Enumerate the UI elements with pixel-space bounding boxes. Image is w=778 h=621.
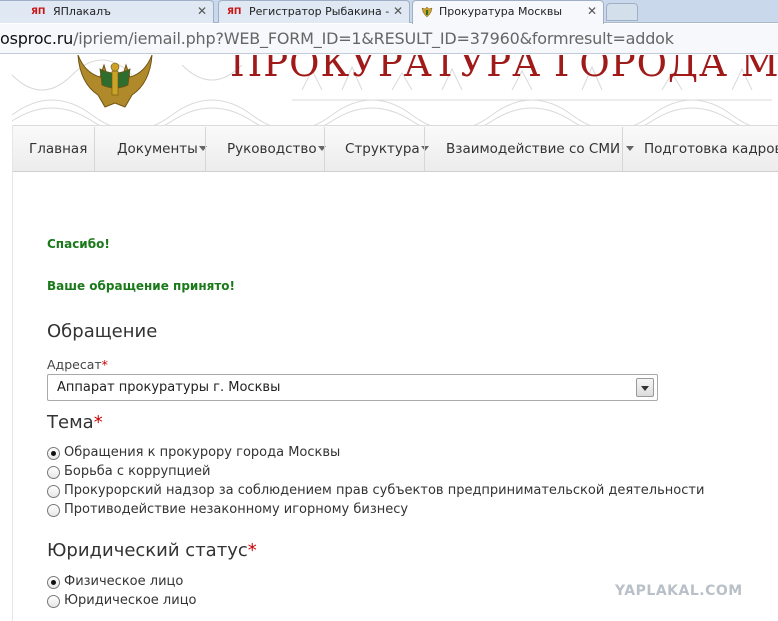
topic-label: Тема <box>47 412 94 433</box>
accepted-message: Ваше обращение принято! <box>47 279 235 293</box>
content-border <box>12 125 13 621</box>
form-heading: Обращение <box>47 321 158 342</box>
legal-status-label: Юридический статус <box>47 540 248 561</box>
legal-status-heading: Юридический статус* <box>47 540 257 561</box>
site-header: ПРОКУРАТУРА ГОРОДА МОСКВЫ <box>0 55 778 125</box>
nav-item-leadership[interactable]: Руководство <box>227 126 326 172</box>
yaplakal-favicon-icon: ЯП <box>31 7 46 17</box>
nav-item-media[interactable]: Взаимодействие со СМИ <box>446 126 635 172</box>
nav-item-label: Документы <box>117 141 198 157</box>
nav-item-documents[interactable]: Документы <box>117 126 207 172</box>
radio-button[interactable] <box>47 504 60 517</box>
radio-label[interactable]: Борьба с коррупцией <box>64 464 210 479</box>
tab-label: ЯПлакалъ <box>53 5 111 18</box>
nav-item-home[interactable]: Главная <box>29 126 87 172</box>
nav-item-label: Взаимодействие со СМИ <box>446 141 621 157</box>
url-host: osproc.ru <box>0 29 74 48</box>
prokuratura-emblem-icon <box>77 55 153 108</box>
nav-item-structure[interactable]: Структура <box>345 126 429 172</box>
emblem-icon <box>421 6 433 18</box>
browser-tab-registrator[interactable]: ЯП Регистратор Рыбакина - ✕ <box>218 0 410 23</box>
radio-label[interactable]: Обращения к прокурору города Москвы <box>64 445 340 460</box>
yaplakal-favicon-icon: ЯП <box>227 7 242 17</box>
chevron-down-icon <box>626 145 635 151</box>
addressee-select[interactable]: Аппарат прокуратуры г. Москвы <box>47 374 658 401</box>
radio-button[interactable] <box>47 485 60 498</box>
nav-item-training[interactable]: Подготовка кадров <box>644 126 778 172</box>
nav-item-label: Руководство <box>227 141 317 157</box>
close-icon[interactable]: ✕ <box>587 1 597 22</box>
tab-label: Прокуратура Москвы <box>439 5 563 18</box>
yaplakal-watermark: YAPLAKAL.COM <box>615 583 743 599</box>
address-bar[interactable]: osproc.ru/ipriem/iemail.php?WEB_FORM_ID=… <box>0 24 778 54</box>
close-icon[interactable]: ✕ <box>197 1 207 22</box>
addressee-label: Адресат* <box>47 357 108 372</box>
url-path: /ipriem/iemail.php?WEB_FORM_ID=1&RESULT_… <box>73 29 674 48</box>
radio-button[interactable] <box>47 447 60 460</box>
required-mark: * <box>101 357 108 372</box>
chevron-down-icon[interactable] <box>636 378 654 397</box>
site-title[interactable]: ПРОКУРАТУРА ГОРОДА МОСКВЫ <box>230 55 778 85</box>
required-mark: * <box>247 540 257 561</box>
browser-tab-strip: ЯП ЯПлакалъ ✕ ЯП Регистратор Рыбакина - … <box>0 0 778 24</box>
nav-item-label: Подготовка кадров <box>644 141 778 157</box>
main-navigation: Главная Документы Руководство Структура … <box>12 125 778 172</box>
nav-separator <box>622 127 623 171</box>
close-icon[interactable]: ✕ <box>393 1 403 22</box>
tab-label: Регистратор Рыбакина - <box>249 5 390 18</box>
nav-item-label: Структура <box>345 141 420 157</box>
nav-separator <box>205 127 206 171</box>
radio-label[interactable]: Юридическое лицо <box>64 593 197 608</box>
new-tab-button[interactable] <box>606 3 638 21</box>
nav-item-label: Главная <box>29 141 88 157</box>
thanks-message: Спасибо! <box>47 237 110 251</box>
radio-button[interactable] <box>47 595 60 608</box>
nav-separator <box>94 127 95 171</box>
addressee-label-text: Адресат <box>47 357 102 372</box>
radio-label[interactable]: Противодействие незаконному игорному биз… <box>64 502 408 517</box>
browser-tab-prokuratura[interactable]: Прокуратура Москвы ✕ <box>412 0 604 24</box>
required-mark: * <box>93 412 103 433</box>
url-text[interactable]: osproc.ru/ipriem/iemail.php?WEB_FORM_ID=… <box>0 29 674 48</box>
browser-tab-yaplakal[interactable]: ЯП ЯПлакалъ ✕ <box>0 0 214 23</box>
nav-separator <box>424 127 425 171</box>
radio-label[interactable]: Физическое лицо <box>64 574 183 589</box>
radio-button[interactable] <box>47 466 60 479</box>
nav-separator <box>324 127 325 171</box>
topic-heading: Тема* <box>47 412 103 433</box>
radio-button[interactable] <box>47 576 60 589</box>
radio-label[interactable]: Прокурорский надзор за соблюдением прав … <box>64 483 704 498</box>
addressee-selected-value: Аппарат прокуратуры г. Москвы <box>57 380 281 395</box>
